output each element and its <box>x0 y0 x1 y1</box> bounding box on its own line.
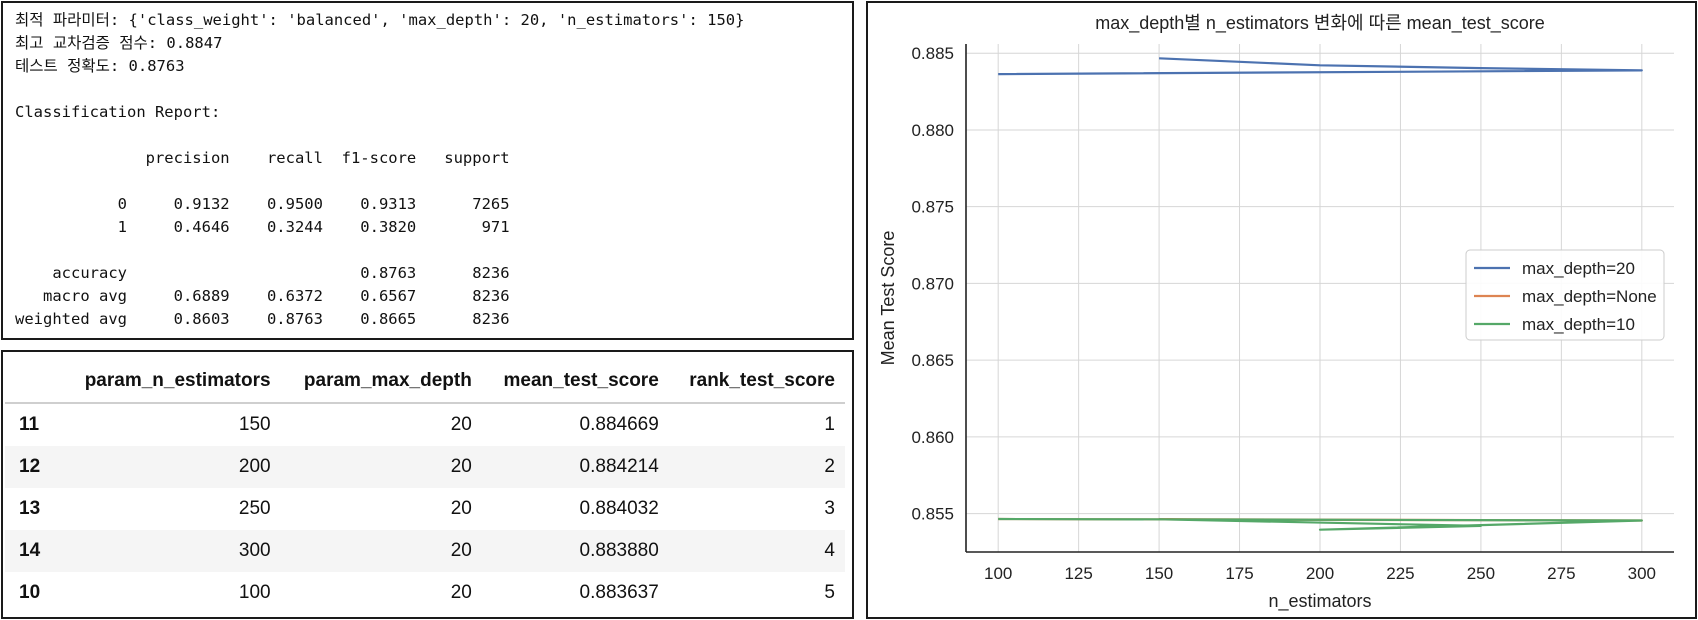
row-index: 13 <box>19 498 41 519</box>
console-line: 0 0.9132 0.9500 0.9313 7265 <box>15 195 510 213</box>
cell-n-estimators: 250 <box>238 498 271 519</box>
console-line: 테스트 정확도: 0.8763 <box>15 57 185 75</box>
x-axis-label: n_estimators <box>1268 591 1371 612</box>
line-chart: 100 125 150 175 200 225 250 275 300 0.855 0.860 0.8… <box>878 13 1674 612</box>
y-tick-label: 0.875 <box>911 198 954 217</box>
results-table-panel: param_n_estimators param_max_depth mean_… <box>1 350 854 619</box>
cell-mean-test-score: 0.884032 <box>579 498 659 519</box>
x-tick-label: 200 <box>1306 564 1334 583</box>
table-row: 13 250 20 0.884032 3 <box>5 488 845 530</box>
cell-rank-test-score: 5 <box>824 582 835 603</box>
cell-rank-test-score: 1 <box>824 414 835 435</box>
cell-mean-test-score: 0.883880 <box>481 530 669 572</box>
cell-max-depth: 20 <box>450 498 472 519</box>
console-line: macro avg 0.6889 0.6372 0.6567 8236 <box>15 287 510 305</box>
y-tick-label: 0.860 <box>911 428 954 447</box>
console-line: 최고 교차검증 점수: 0.8847 <box>15 34 223 52</box>
legend-label: max_depth=20 <box>1522 259 1635 278</box>
cell-n-estimators: 300 <box>59 530 281 572</box>
cell-mean-test-score: 0.884214 <box>481 446 669 488</box>
column-header-n-estimators: param_n_estimators <box>59 360 281 404</box>
y-tick-label: 0.855 <box>911 505 954 524</box>
console-line: precision recall f1-score support <box>15 149 510 167</box>
table-row: 11 150 20 0.884669 1 <box>5 403 845 446</box>
row-index: 14 <box>5 530 59 572</box>
table-row: 10 100 20 0.883637 5 <box>5 572 845 614</box>
table-row: 14 300 20 0.883880 4 <box>5 530 845 572</box>
x-tick-label: 125 <box>1064 564 1092 583</box>
console-line: Classification Report: <box>15 103 221 121</box>
cell-max-depth: 20 <box>280 446 482 488</box>
console-line: accuracy 0.8763 8236 <box>15 264 510 282</box>
cell-mean-test-score: 0.883637 <box>579 582 659 603</box>
cell-rank-test-score: 4 <box>668 530 845 572</box>
x-tick-label: 300 <box>1628 564 1656 583</box>
x-tick-label: 275 <box>1547 564 1575 583</box>
cell-rank-test-score: 3 <box>824 498 835 519</box>
cell-n-estimators: 100 <box>238 582 271 603</box>
row-index: 10 <box>19 582 41 603</box>
y-axis-label: Mean Test Score <box>878 231 898 366</box>
cell-rank-test-score: 2 <box>668 446 845 488</box>
column-header-index <box>5 360 59 404</box>
chart-title: max_depth별 n_estimators 변화에 따른 mean_test… <box>1095 13 1545 34</box>
x-tick-label: 150 <box>1145 564 1173 583</box>
x-tick-label: 250 <box>1467 564 1495 583</box>
y-tick-label: 0.870 <box>911 274 954 293</box>
console-line: 최적 파라미터: {'class_weight': 'balanced', 'm… <box>15 11 745 29</box>
cell-max-depth: 20 <box>450 414 472 435</box>
console-line: weighted avg 0.8603 0.8763 0.8665 8236 <box>15 310 510 328</box>
column-header-rank-test-score: rank_test_score <box>668 360 845 404</box>
y-tick-label: 0.885 <box>911 44 954 63</box>
results-table: param_n_estimators param_max_depth mean_… <box>5 360 845 614</box>
row-index: 11 <box>19 414 40 435</box>
y-tick-label: 0.865 <box>911 351 954 370</box>
cell-n-estimators: 150 <box>238 414 271 435</box>
legend-label: max_depth=None <box>1522 287 1657 306</box>
y-tick-label: 0.880 <box>911 121 954 140</box>
cell-max-depth: 20 <box>280 530 482 572</box>
row-index: 12 <box>5 446 59 488</box>
cell-n-estimators: 200 <box>59 446 281 488</box>
console-line: 1 0.4646 0.3244 0.3820 971 <box>15 218 510 236</box>
cell-max-depth: 20 <box>450 582 472 603</box>
column-header-max-depth: param_max_depth <box>280 360 482 404</box>
console-output-panel: 최적 파라미터: {'class_weight': 'balanced', 'm… <box>1 1 854 340</box>
x-tick-label: 175 <box>1225 564 1253 583</box>
console-output-text: 최적 파라미터: {'class_weight': 'balanced', 'm… <box>3 3 852 331</box>
column-header-mean-test-score: mean_test_score <box>481 360 669 404</box>
cell-mean-test-score: 0.884669 <box>579 414 659 435</box>
x-tick-label: 225 <box>1386 564 1414 583</box>
table-row: 12 200 20 0.884214 2 <box>5 446 845 488</box>
legend-label: max_depth=10 <box>1522 315 1635 334</box>
x-tick-label: 100 <box>984 564 1012 583</box>
chart-panel: 100 125 150 175 200 225 250 275 300 0.855 0.860 0.8… <box>866 1 1697 619</box>
table-header-row: param_n_estimators param_max_depth mean_… <box>5 360 845 404</box>
